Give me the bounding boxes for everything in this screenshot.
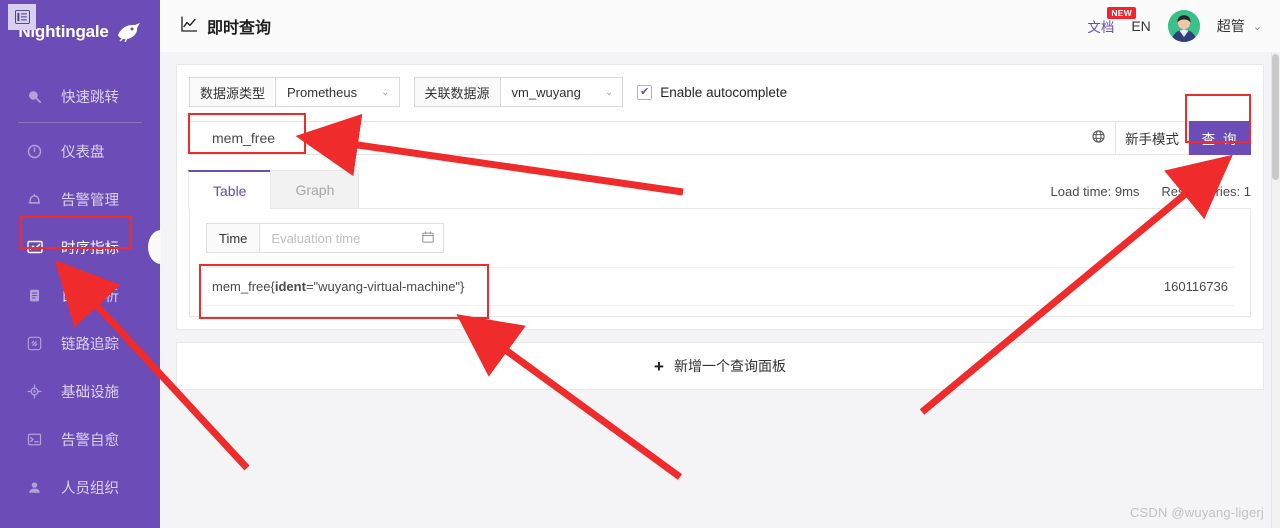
metric-prefix: mem_free{ bbox=[212, 279, 275, 294]
chevron-down-icon: ⌄ bbox=[604, 86, 614, 98]
datasource-type-label: 数据源类型 bbox=[189, 77, 277, 107]
dashboard-icon bbox=[26, 143, 43, 160]
sidebar-item-label: 基础设施 bbox=[61, 384, 119, 401]
query-row: mem_free 新手模式 查 询 bbox=[188, 94, 1251, 155]
document-icon bbox=[26, 287, 43, 304]
active-indicator-notch bbox=[148, 223, 161, 271]
bird-logo-icon bbox=[116, 22, 142, 43]
datasource-label: 关联数据源 bbox=[413, 77, 501, 107]
time-label: Time bbox=[206, 223, 261, 253]
language-switch[interactable]: EN bbox=[1131, 18, 1150, 34]
sidebar: Nightingale 快速跳转 仪表盘 告警管理 时序指标 日志分析 链路追踪… bbox=[0, 0, 161, 528]
header-actions: 文档 NEW EN 超管 ⌄ bbox=[1087, 7, 1262, 42]
query-expression-value: mem_free bbox=[212, 130, 276, 146]
app-header: 即时查询 文档 NEW EN 超管 ⌄ bbox=[160, 0, 1280, 52]
new-badge: NEW bbox=[1107, 7, 1137, 19]
datasource-type-value: Prometheus bbox=[287, 84, 358, 100]
watermark: CSDN @wuyang-ligerj bbox=[1129, 505, 1264, 520]
tab-graph[interactable]: Graph bbox=[270, 170, 360, 208]
query-toolbar: 数据源类型 Prometheus ⌄ 关联数据源 vm_wuyang ⌄ ✔ E bbox=[189, 77, 1251, 107]
enable-autocomplete-label: Enable autocomplete bbox=[660, 84, 788, 100]
collapse-menu-icon[interactable] bbox=[8, 4, 36, 30]
terminal-icon bbox=[26, 431, 43, 448]
target-icon bbox=[26, 383, 43, 400]
run-query-button[interactable]: 查 询 bbox=[1185, 94, 1251, 155]
sidebar-item-label: 人员组织 bbox=[61, 480, 119, 497]
metric-cell: mem_free{ident="wuyang-virtual-machine"} bbox=[206, 268, 1004, 306]
sidebar-item-quick-jump[interactable]: 快速跳转 bbox=[0, 72, 160, 120]
datasource-select[interactable]: vm_wuyang ⌄ bbox=[500, 77, 624, 107]
sidebar-item-alert-self-healing[interactable]: 告警自愈 bbox=[0, 415, 160, 463]
globe-icon[interactable] bbox=[1092, 130, 1105, 146]
sidebar-item-label: 链路追踪 bbox=[61, 336, 119, 353]
search-icon bbox=[26, 88, 43, 105]
user-icon bbox=[26, 479, 43, 496]
evaluation-time-group: Time Evaluation time bbox=[206, 223, 444, 253]
sidebar-item-system-config[interactable]: 系统配置 bbox=[0, 511, 160, 528]
result-series: Result series: 1 bbox=[1161, 184, 1251, 199]
app-root: Nightingale 快速跳转 仪表盘 告警管理 时序指标 日志分析 链路追踪… bbox=[0, 0, 1280, 528]
table-row: mem_free{ident="wuyang-virtual-machine"}… bbox=[206, 267, 1234, 306]
chevron-down-icon: ⌄ bbox=[381, 86, 390, 98]
scrollbar-thumb[interactable] bbox=[1272, 54, 1279, 180]
calendar-icon[interactable] bbox=[422, 230, 434, 246]
page-title-text: 即时查询 bbox=[207, 20, 272, 37]
avatar[interactable] bbox=[1167, 10, 1200, 42]
result-tabs: Table Graph Load time: 9ms Result series… bbox=[188, 170, 1251, 209]
user-name[interactable]: 超管 bbox=[1217, 16, 1245, 36]
metric-value: 160116736 bbox=[1163, 279, 1228, 294]
enable-autocomplete-checkbox[interactable]: ✔ Enable autocomplete bbox=[637, 84, 788, 100]
chevron-down-icon[interactable]: ⌄ bbox=[1253, 20, 1262, 33]
result-meta: Load time: 9ms Result series: 1 bbox=[1051, 184, 1251, 208]
sidebar-item-label: 时序指标 bbox=[61, 240, 119, 257]
datasource-value: vm_wuyang bbox=[511, 84, 581, 100]
sidebar-divider bbox=[18, 122, 142, 123]
metric-key: ident bbox=[274, 279, 306, 294]
sidebar-item-personnel[interactable]: 人员组织 bbox=[0, 463, 160, 511]
docs-link[interactable]: 文档 NEW bbox=[1087, 7, 1137, 36]
sidebar-item-label: 告警管理 bbox=[61, 192, 119, 209]
docs-label: 文档 bbox=[1087, 20, 1115, 35]
beginner-mode-button[interactable]: 新手模式 bbox=[1116, 121, 1189, 155]
sidebar-item-infrastructure[interactable]: 基础设施 bbox=[0, 367, 160, 415]
query-results: Table Graph Load time: 9ms Result series… bbox=[188, 170, 1251, 319]
sidebar-item-log-analysis[interactable]: 日志分析 bbox=[0, 271, 160, 319]
sidebar-item-label: 日志分析 bbox=[61, 288, 119, 305]
result-body: Time Evaluation time mem_free{ident="wuy… bbox=[189, 209, 1251, 319]
link-icon bbox=[26, 335, 43, 352]
datasource-group: 关联数据源 vm_wuyang ⌄ bbox=[413, 77, 624, 107]
sidebar-item-label: 告警自愈 bbox=[61, 432, 119, 449]
sidebar-item-alert-management[interactable]: 告警管理 bbox=[0, 175, 160, 223]
sidebar-item-metrics[interactable]: 时序指标 bbox=[0, 223, 161, 271]
sidebar-item-label: 仪表盘 bbox=[61, 144, 105, 161]
sidebar-item-dashboard[interactable]: 仪表盘 bbox=[0, 127, 160, 175]
bell-icon bbox=[26, 191, 43, 208]
query-expression-input[interactable]: mem_free bbox=[188, 113, 1116, 155]
sidebar-item-tracing[interactable]: 链路追踪 bbox=[0, 319, 160, 367]
sidebar-nav: 快速跳转 仪表盘 告警管理 时序指标 日志分析 链路追踪 基础设施 告警自愈 人… bbox=[0, 72, 161, 528]
run-query-label: 查 询 bbox=[1201, 132, 1239, 147]
datasource-type-group: 数据源类型 Prometheus ⌄ bbox=[189, 77, 400, 107]
result-table: mem_free{ident="wuyang-virtual-machine"}… bbox=[206, 267, 1234, 306]
line-chart-icon bbox=[180, 15, 198, 38]
check-icon: ✔ bbox=[637, 84, 653, 100]
datasource-type-select[interactable]: Prometheus ⌄ bbox=[276, 77, 400, 107]
add-query-panel-button[interactable]: + 新增一个查询面板 bbox=[176, 342, 1264, 390]
evaluation-time-input[interactable]: Evaluation time bbox=[260, 223, 444, 253]
main-content: 数据源类型 Prometheus ⌄ 关联数据源 vm_wuyang ⌄ ✔ E bbox=[160, 52, 1280, 528]
load-time: Load time: 9ms bbox=[1050, 184, 1140, 199]
tab-table[interactable]: Table bbox=[188, 170, 272, 209]
add-query-panel-label: 新增一个查询面板 bbox=[673, 358, 786, 374]
sidebar-item-label: 快速跳转 bbox=[61, 89, 119, 106]
metric-suffix: ="wuyang-virtual-machine"} bbox=[305, 279, 465, 294]
evaluation-time-placeholder: Evaluation time bbox=[271, 230, 361, 246]
plus-icon: + bbox=[654, 356, 664, 376]
query-panel: 数据源类型 Prometheus ⌄ 关联数据源 vm_wuyang ⌄ ✔ E bbox=[176, 64, 1264, 330]
page-title: 即时查询 bbox=[180, 14, 271, 38]
sidebar-item-label: 系统配置 bbox=[61, 525, 119, 528]
page-scrollbar[interactable] bbox=[1271, 52, 1280, 528]
line-chart-icon bbox=[26, 239, 43, 256]
